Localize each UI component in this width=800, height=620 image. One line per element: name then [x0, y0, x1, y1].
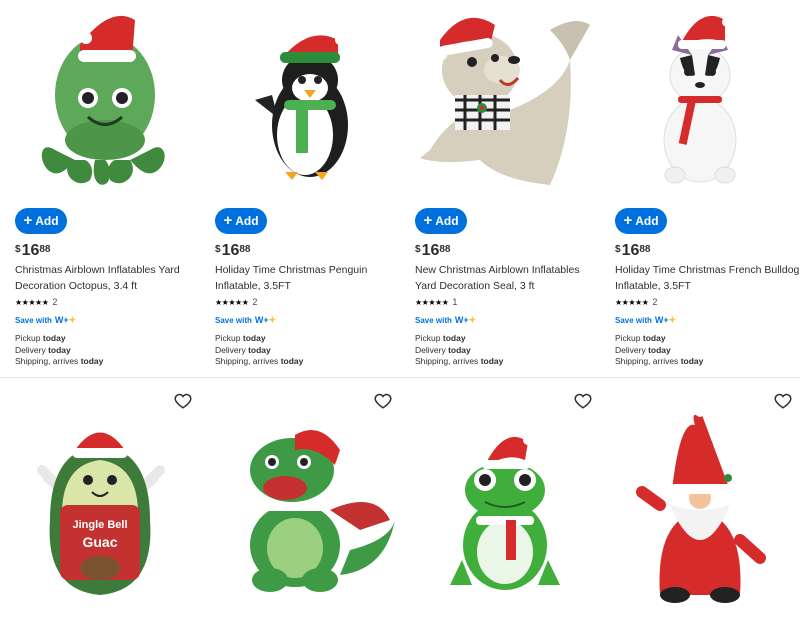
save-with-walmart-plus[interactable]: Save with W+✦ — [615, 315, 676, 326]
avocado-icon: Jingle Bell Guac — [37, 415, 165, 595]
product-card[interactable]: Jingle Bell Guac — [0, 380, 200, 620]
save-with-walmart-plus[interactable]: Save with W+✦ — [415, 315, 476, 326]
add-to-cart-button[interactable]: + Add — [615, 208, 667, 234]
seal-icon — [420, 17, 590, 185]
add-to-cart-button[interactable]: + Add — [15, 208, 67, 234]
product-card[interactable]: + Add $16 88 Christmas Airblown Inflatable… — [0, 0, 200, 366]
gnome-icon — [636, 408, 766, 603]
product-card[interactable]: + Add $16 88 Holiday Time Christmas Pengui… — [200, 0, 400, 366]
favorite-heart-icon[interactable] — [774, 392, 792, 410]
star-rating-icon: ★★★★★ — [215, 297, 249, 307]
walmart-plus-icon: W+✦ — [54, 315, 77, 325]
star-rating-icon: ★★★★★ — [15, 297, 49, 307]
favorite-heart-icon[interactable] — [574, 392, 592, 410]
product-card[interactable] — [200, 380, 400, 620]
review-count: 2 — [52, 297, 58, 307]
review-count: 2 — [652, 297, 658, 307]
dragon-icon — [250, 430, 395, 592]
fulfillment-info: Pickup today Delivery today Shipping, ar… — [415, 333, 504, 366]
shirt-text-line1: Jingle Bell — [72, 519, 127, 531]
product-card[interactable]: + Add $16 88 Holiday Time Christmas French… — [600, 0, 800, 366]
add-to-cart-button[interactable]: + Add — [215, 208, 267, 234]
penguin-icon — [255, 35, 348, 180]
fulfillment-info: Pickup today Delivery today Shipping, ar… — [615, 333, 704, 366]
product-title[interactable]: New Christmas Airblown Inflatables Yard … — [415, 262, 600, 294]
plus-icon: + — [423, 212, 433, 229]
plus-icon: + — [223, 212, 233, 229]
walmart-plus-icon: W+✦ — [454, 315, 477, 325]
octopus-icon — [41, 15, 165, 185]
product-price: $16 88 — [615, 242, 651, 259]
review-count: 2 — [252, 297, 258, 307]
product-image-frog[interactable] — [400, 380, 600, 620]
product-title[interactable]: Christmas Airblown Inflatables Yard Deco… — [15, 262, 200, 294]
product-title[interactable]: Holiday Time Christmas Penguin Inflatabl… — [215, 262, 400, 294]
save-with-walmart-plus[interactable]: Save with W+✦ — [15, 315, 76, 326]
review-count: 1 — [452, 297, 458, 307]
product-image-avocado[interactable]: Jingle Bell Guac — [0, 380, 200, 620]
product-grid: + Add $16 88 Christmas Airblown Inflatable… — [0, 0, 800, 620]
product-image-octopus[interactable] — [0, 0, 200, 200]
product-rating[interactable]: ★★★★★ 1 — [415, 297, 457, 307]
frog-icon — [450, 435, 560, 590]
product-price: $16 88 — [215, 242, 251, 259]
product-price: $16 88 — [415, 242, 451, 259]
save-with-walmart-plus[interactable]: Save with W+✦ — [215, 315, 276, 326]
product-card[interactable] — [400, 380, 600, 620]
shirt-text-line2: Guac — [82, 534, 117, 550]
plus-icon: + — [623, 212, 633, 229]
favorite-heart-icon[interactable] — [174, 392, 192, 410]
product-card[interactable]: + Add $16 88 New Christmas Airblown Inflat… — [400, 0, 600, 366]
product-image-gnome[interactable] — [600, 380, 800, 620]
fulfillment-info: Pickup today Delivery today Shipping, ar… — [15, 333, 104, 366]
product-card[interactable] — [600, 380, 800, 620]
french-bulldog-icon — [663, 15, 737, 184]
walmart-plus-icon: W+✦ — [654, 315, 677, 325]
product-rating[interactable]: ★★★★★ 2 — [15, 297, 57, 307]
walmart-plus-icon: W+✦ — [254, 315, 277, 325]
product-image-seal[interactable] — [400, 0, 600, 200]
product-rating[interactable]: ★★★★★ 2 — [215, 297, 257, 307]
row-divider — [0, 377, 800, 378]
product-title[interactable]: Holiday Time Christmas French Bulldog In… — [615, 262, 800, 294]
product-image-dragon[interactable] — [200, 380, 400, 620]
product-rating[interactable]: ★★★★★ 2 — [615, 297, 657, 307]
add-to-cart-button[interactable]: + Add — [415, 208, 467, 234]
star-rating-icon: ★★★★★ — [415, 297, 449, 307]
star-rating-icon: ★★★★★ — [615, 297, 649, 307]
product-price: $16 88 — [15, 242, 51, 259]
favorite-heart-icon[interactable] — [374, 392, 392, 410]
plus-icon: + — [23, 212, 33, 229]
product-image-penguin[interactable] — [200, 0, 400, 200]
product-image-french-bulldog[interactable] — [600, 0, 800, 200]
fulfillment-info: Pickup today Delivery today Shipping, ar… — [215, 333, 304, 366]
